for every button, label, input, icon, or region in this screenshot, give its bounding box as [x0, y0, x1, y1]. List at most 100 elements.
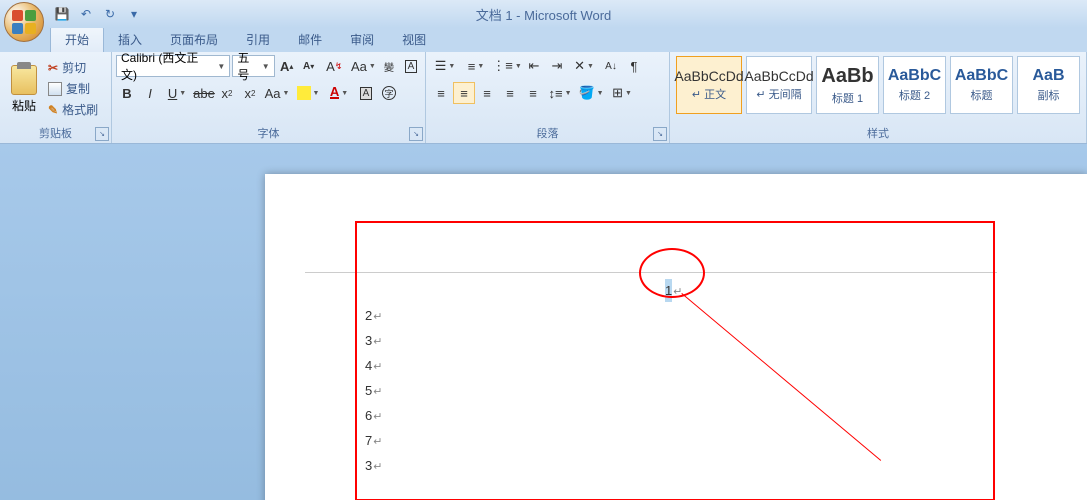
paste-label: 粘贴 [12, 97, 36, 114]
font-color-button[interactable]: A▼ [324, 82, 354, 104]
show-hide-button[interactable]: ¶ [623, 55, 645, 77]
document-area[interactable]: 1↵2↵3↵4↵5↵6↵7↵3↵ [0, 144, 1087, 500]
text-line[interactable]: 3↵ [365, 329, 682, 354]
font-name-combo[interactable]: Calibri (西文正文)▼ [116, 55, 230, 77]
align-left-button[interactable]: ≡ [430, 82, 452, 104]
bullets-button[interactable]: ☰▼ [430, 55, 460, 77]
scissors-icon: ✂ [48, 61, 58, 75]
phonetic-guide-button[interactable]: 變 [379, 55, 399, 77]
style-preview: AaB [1032, 67, 1064, 85]
format-painter-button[interactable]: ✎格式刷 [44, 100, 102, 119]
text-line[interactable]: 5↵ [365, 379, 682, 404]
window-title: 文档 1 - Microsoft Word [476, 5, 612, 24]
paste-button[interactable]: 粘贴 [4, 54, 44, 124]
group-styles: AaBbCcDd↵ 正文AaBbCcDd↵ 无间隔AaBb标题 1AaBbC标题… [670, 52, 1087, 143]
quick-access-toolbar: 💾 ↶ ↻ ▾ [52, 4, 144, 24]
styles-gallery[interactable]: AaBbCcDd↵ 正文AaBbCcDd↵ 无间隔AaBb标题 1AaBbC标题… [674, 54, 1082, 120]
document-content[interactable]: 1↵2↵3↵4↵5↵6↵7↵3↵ [365, 279, 682, 479]
superscript-button[interactable]: x2 [239, 82, 261, 104]
distribute-button[interactable]: ≡ [522, 82, 544, 104]
character-border-button[interactable]: A [401, 55, 421, 77]
text-line[interactable]: 1↵ [365, 279, 682, 304]
paragraph-launcher[interactable]: ↘ [653, 127, 667, 141]
group-clipboard: 粘贴 ✂剪切 复制 ✎格式刷 剪贴板 ↘ [0, 52, 112, 143]
align-right-button[interactable]: ≡ [476, 82, 498, 104]
character-shading-button[interactable]: A [355, 82, 377, 104]
numbering-button[interactable]: ≡▼ [461, 55, 491, 77]
style-name: ↵ 无间隔 [756, 86, 801, 102]
margin-guide [305, 272, 997, 273]
ribbon: 粘贴 ✂剪切 复制 ✎格式刷 剪贴板 ↘ Calibri (西文正文)▼ 五号▼… [0, 52, 1087, 144]
office-button[interactable] [4, 2, 44, 42]
copy-button[interactable]: 复制 [44, 79, 102, 98]
style-name: ↵ 正文 [692, 86, 726, 102]
group-clipboard-label: 剪贴板 [39, 125, 72, 141]
bold-button[interactable]: B [116, 82, 138, 104]
tab-mailings[interactable]: 邮件 [284, 27, 336, 52]
style-item[interactable]: AaBb标题 1 [816, 56, 879, 114]
tab-review[interactable]: 审阅 [336, 27, 388, 52]
tab-view[interactable]: 视图 [388, 27, 440, 52]
group-font-label: 字体 [258, 125, 280, 141]
underline-button[interactable]: U▼ [162, 82, 192, 104]
text-line[interactable]: 7↵ [365, 429, 682, 454]
subscript-button[interactable]: x2 [216, 82, 238, 104]
borders-button[interactable]: ⊞▼ [607, 82, 637, 104]
text-line[interactable]: 2↵ [365, 304, 682, 329]
style-preview: AaBbC [955, 67, 1008, 85]
highlight-icon [297, 86, 311, 100]
style-preview: AaBbC [888, 67, 941, 85]
align-center-button[interactable]: ≡ [453, 82, 475, 104]
style-item[interactable]: AaBbC 标题 2 [883, 56, 946, 114]
justify-button[interactable]: ≡ [499, 82, 521, 104]
cut-button[interactable]: ✂剪切 [44, 58, 102, 77]
shading-button[interactable]: 🪣▼ [576, 82, 606, 104]
clear-formatting-button[interactable]: A↯ [321, 55, 348, 77]
page[interactable]: 1↵2↵3↵4↵5↵6↵7↵3↵ [265, 174, 1087, 500]
font-size-combo[interactable]: 五号▼ [232, 55, 274, 77]
decrease-indent-button[interactable]: ⇤ [523, 55, 545, 77]
text-line[interactable]: 3↵ [365, 454, 682, 479]
style-preview: AaBb [821, 65, 873, 88]
chevron-down-icon: ▼ [262, 62, 270, 71]
office-logo-icon [12, 10, 36, 34]
group-paragraph-label: 段落 [537, 125, 559, 141]
qat-customize-icon[interactable]: ▾ [124, 4, 144, 24]
sort-button[interactable]: A↓ [600, 55, 622, 77]
brush-icon: ✎ [48, 103, 58, 117]
style-name: 标题 2 [899, 87, 930, 103]
tab-home[interactable]: 开始 [50, 26, 104, 52]
font-launcher[interactable]: ↘ [409, 127, 423, 141]
style-name: 副标 [1038, 87, 1060, 103]
style-preview: AaBbCcDd [744, 68, 813, 84]
style-item[interactable]: AaBbCcDd ↵ 正文 [676, 56, 742, 114]
style-item[interactable]: AaB 副标 [1017, 56, 1080, 114]
paste-icon [11, 65, 37, 95]
style-preview: AaBbCcDd [674, 68, 743, 84]
copy-icon [48, 82, 62, 96]
clipboard-launcher[interactable]: ↘ [95, 127, 109, 141]
enclose-character-button[interactable]: 字 [378, 82, 400, 104]
shrink-font-button[interactable]: A▾ [299, 55, 319, 77]
style-item[interactable]: AaBbCcDd ↵ 无间隔 [746, 56, 812, 114]
text-line[interactable]: 6↵ [365, 404, 682, 429]
redo-icon[interactable]: ↻ [100, 4, 120, 24]
change-case-button[interactable]: Aa▼ [350, 55, 377, 77]
increase-indent-button[interactable]: ⇥ [546, 55, 568, 77]
annotation-arrow [681, 293, 881, 461]
undo-icon[interactable]: ↶ [76, 4, 96, 24]
chevron-down-icon: ▼ [217, 62, 225, 71]
highlight-button[interactable]: ▼ [293, 82, 323, 104]
grow-font-button[interactable]: A▴ [277, 55, 297, 77]
italic-button[interactable]: I [139, 82, 161, 104]
strikethrough-button[interactable]: abe [193, 82, 215, 104]
text-effects-button[interactable]: Aa▼ [262, 82, 292, 104]
asian-layout-button[interactable]: ✕▼ [569, 55, 599, 77]
title-bar: 💾 ↶ ↻ ▾ 文档 1 - Microsoft Word [0, 0, 1087, 28]
group-styles-label: 样式 [867, 125, 889, 141]
save-icon[interactable]: 💾 [52, 4, 72, 24]
line-spacing-button[interactable]: ↕≡▼ [545, 82, 575, 104]
style-item[interactable]: AaBbC标题 [950, 56, 1013, 114]
text-line[interactable]: 4↵ [365, 354, 682, 379]
multilevel-list-button[interactable]: ⋮≡▼ [492, 55, 522, 77]
